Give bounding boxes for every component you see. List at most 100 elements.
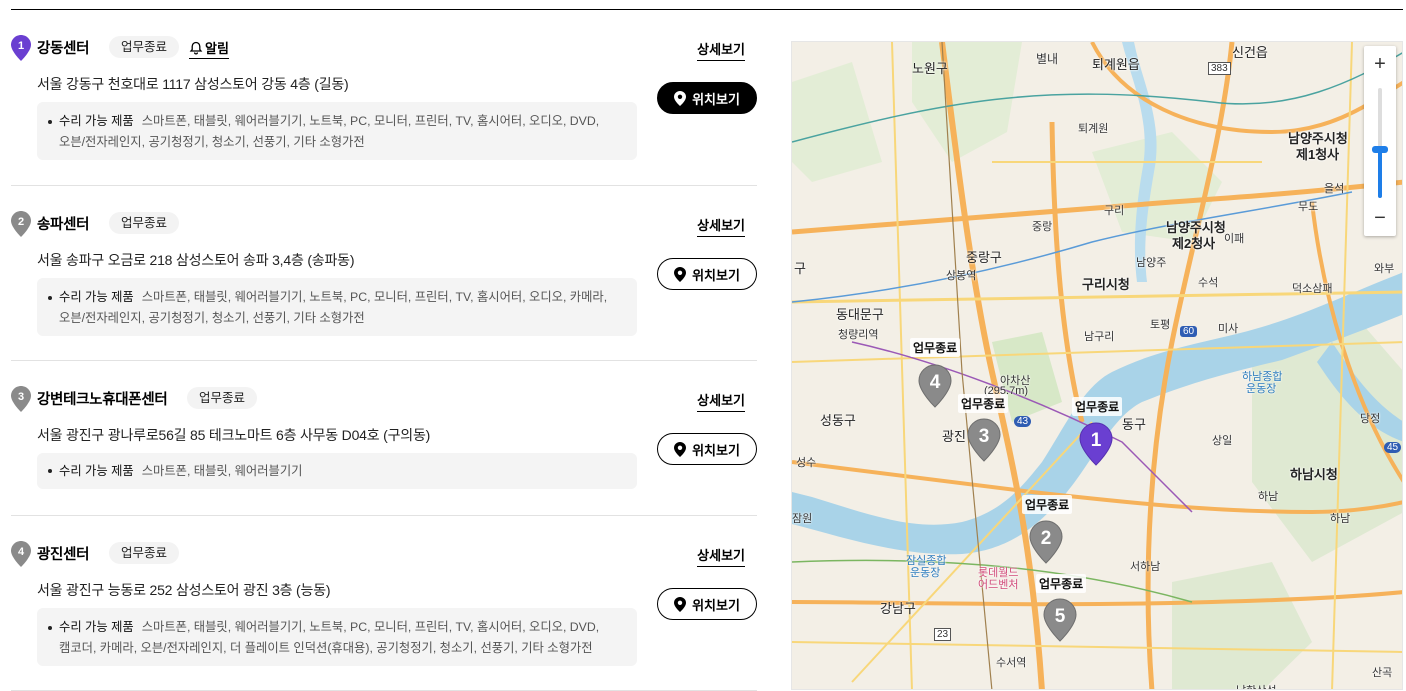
zoom-slider-fill <box>1378 148 1382 198</box>
map-label-byeollae: 별내 <box>1036 52 1059 66</box>
products-label: 수리 가능 제품 <box>59 290 134 304</box>
map-label-ipae: 이패 <box>1224 233 1245 245</box>
map-label-topyeong: 토평 <box>1150 319 1171 331</box>
map-label-guri: 구리시청 <box>1082 277 1130 292</box>
bullet-icon <box>48 626 52 630</box>
view-location-button[interactable]: 위치보기 <box>657 433 757 465</box>
view-location-label: 위치보기 <box>692 91 740 107</box>
zoom-control: + − <box>1364 46 1396 236</box>
zoom-slider-handle[interactable] <box>1372 145 1388 153</box>
map-view[interactable]: 노원구 별내 퇴계원읍 신건읍 퇴계원 남양주시청 제1청사 남양주시청 제2청… <box>791 41 1403 690</box>
location-pin-icon <box>674 596 687 612</box>
map-marker-number: 3 <box>979 426 990 447</box>
road-shield-23: 23 <box>934 628 952 641</box>
road-shield-383: 383 <box>1208 62 1231 75</box>
map-label-seoha: 서하남 <box>1130 561 1161 573</box>
detail-link[interactable]: 상세보기 <box>697 39 745 61</box>
map-label-namguri: 남구리 <box>1084 331 1115 343</box>
map-label-jamsil-sports2: 운동장 <box>910 567 941 579</box>
location-pin-icon <box>674 90 687 106</box>
products-list-cont: 오븐/전자레인지, 공기청정기, 청소기, 선풍기, 기타 소형가전 <box>59 135 365 149</box>
map-label-suseo: 수서역 <box>996 657 1027 669</box>
products-label: 수리 가능 제품 <box>59 464 134 478</box>
center-item-gangbyeon-techno: 3 강변테크노휴대폰센터 업무종료 서울 광진구 광나루로56길 85 테크노마… <box>11 361 757 516</box>
map-marker-3[interactable]: 3 <box>967 418 1001 462</box>
map-marker-number: 4 <box>930 372 941 393</box>
map-marker-2[interactable]: 2 <box>1029 520 1063 564</box>
map-label-jungnang: 중랑구 <box>966 250 1002 265</box>
alarm-button[interactable]: 알림 <box>189 38 229 59</box>
view-location-label: 위치보기 <box>692 267 740 283</box>
products-box: 수리 가능 제품 스마트폰, 태블릿, 웨어러블기기, 노트북, PC, 모니터,… <box>37 608 637 666</box>
bullet-icon <box>48 120 52 124</box>
view-location-button[interactable]: 위치보기 <box>657 82 757 114</box>
center-item-gangdong: 1 강동센터 업무종료 알림 서울 강동구 천호대로 1117 삼성스토어 강동… <box>11 10 757 186</box>
products-box: 수리 가능 제품 스마트폰, 태블릿, 웨어러블기기 <box>37 453 637 489</box>
status-badge: 업무종료 <box>187 387 258 409</box>
map-label-sangil: 상일 <box>1212 435 1233 447</box>
center-address: 서울 광진구 광나루로56길 85 테크노마트 6층 사무동 D04호 (구의동… <box>37 427 431 443</box>
center-name: 강동센터 <box>37 41 90 57</box>
map-label-namyangju-ic: 남양주 <box>1136 257 1167 269</box>
road-shield-45: 45 <box>1384 442 1402 453</box>
map-label-mude: 무도 <box>1298 201 1319 213</box>
alarm-label: 알림 <box>205 41 229 56</box>
center-item-songpa: 2 송파센터 업무종료 서울 송파구 오금로 218 삼성스토어 송파 3,4층… <box>11 186 757 361</box>
map-label-wabu: 와부 <box>1374 263 1395 275</box>
map-marker-1[interactable]: 1 <box>1079 422 1113 466</box>
map-label-jungnang-ic: 중랑 <box>1032 221 1053 233</box>
marker-icon-2: 2 <box>11 211 31 237</box>
map-status-4: 업무종료 <box>910 338 961 357</box>
view-location-label: 위치보기 <box>692 442 740 458</box>
status-badge: 업무종료 <box>109 542 180 564</box>
map-label-lotteworld2: 어드벤처 <box>978 579 1019 591</box>
map-label-seongdong: 성동구 <box>820 413 856 428</box>
map-label-gangdong: 동구 <box>1122 417 1146 432</box>
detail-link[interactable]: 상세보기 <box>697 545 745 567</box>
marker-number: 2 <box>18 216 24 228</box>
map-status-3: 업무종료 <box>958 394 1009 413</box>
map-label-gwangjin: 광진 <box>942 429 966 444</box>
bullet-icon <box>48 469 52 473</box>
map-marker-number: 5 <box>1055 606 1066 627</box>
map-label-toegyewon-ic: 퇴계원 <box>1078 123 1109 135</box>
map-label-gu: 구 <box>794 261 806 276</box>
center-address: 서울 강동구 천호대로 1117 삼성스토어 강동 4층 (길동) <box>37 76 349 92</box>
products-list-cont: 오븐/전자레인지, 공기청정기, 청소기, 선풍기, 기타 소형가전 <box>59 311 365 325</box>
map-label-singeonji: 신건읍 <box>1232 45 1268 60</box>
map-label-nowon: 노원구 <box>912 61 948 76</box>
map-label-seongsu: 성수 <box>796 457 817 469</box>
status-badge: 업무종료 <box>109 212 180 234</box>
marker-number: 1 <box>18 40 24 52</box>
marker-icon-4: 4 <box>11 541 31 567</box>
map-label-hanam-ic: 하남 <box>1258 491 1279 503</box>
map-label-jamwon: 잠원 <box>792 513 813 525</box>
zoom-out-button[interactable]: − <box>1364 202 1396 234</box>
road-shield-43: 43 <box>1014 416 1032 427</box>
marker-icon-3: 3 <box>11 386 31 412</box>
map-marker-4[interactable]: 4 <box>918 364 952 408</box>
detail-link[interactable]: 상세보기 <box>697 390 745 412</box>
location-pin-icon <box>674 266 687 282</box>
products-list: 스마트폰, 태블릿, 웨어러블기기, 노트북, PC, 모니터, 프린터, TV… <box>141 114 600 128</box>
detail-link[interactable]: 상세보기 <box>697 215 745 237</box>
view-location-button[interactable]: 위치보기 <box>657 258 757 290</box>
marker-icon-1: 1 <box>11 35 31 61</box>
map-marker-5[interactable]: 5 <box>1043 598 1077 642</box>
center-address: 서울 광진구 능동로 252 삼성스토어 광진 3층 (능동) <box>37 582 331 598</box>
zoom-in-button[interactable]: + <box>1364 48 1396 80</box>
products-label: 수리 가능 제품 <box>59 620 134 634</box>
marker-number: 3 <box>18 391 24 403</box>
location-pin-icon <box>674 441 687 457</box>
view-location-label: 위치보기 <box>692 597 740 613</box>
map-label-sukseok: 수석 <box>1198 277 1219 289</box>
view-location-button[interactable]: 위치보기 <box>657 588 757 620</box>
map-label-eulseok: 을석 <box>1324 183 1345 195</box>
products-box: 수리 가능 제품 스마트폰, 태블릿, 웨어러블기기, 노트북, PC, 모니터,… <box>37 278 637 336</box>
marker-number: 4 <box>18 546 25 558</box>
map-label-hanam-south: 하남 <box>1330 513 1351 525</box>
map-label-hanam: 하남시청 <box>1290 467 1338 482</box>
center-name: 송파센터 <box>37 217 90 233</box>
products-list: 스마트폰, 태블릿, 웨어러블기기, 노트북, PC, 모니터, 프린터, TV… <box>141 620 600 634</box>
map-marker-number: 1 <box>1091 430 1102 451</box>
